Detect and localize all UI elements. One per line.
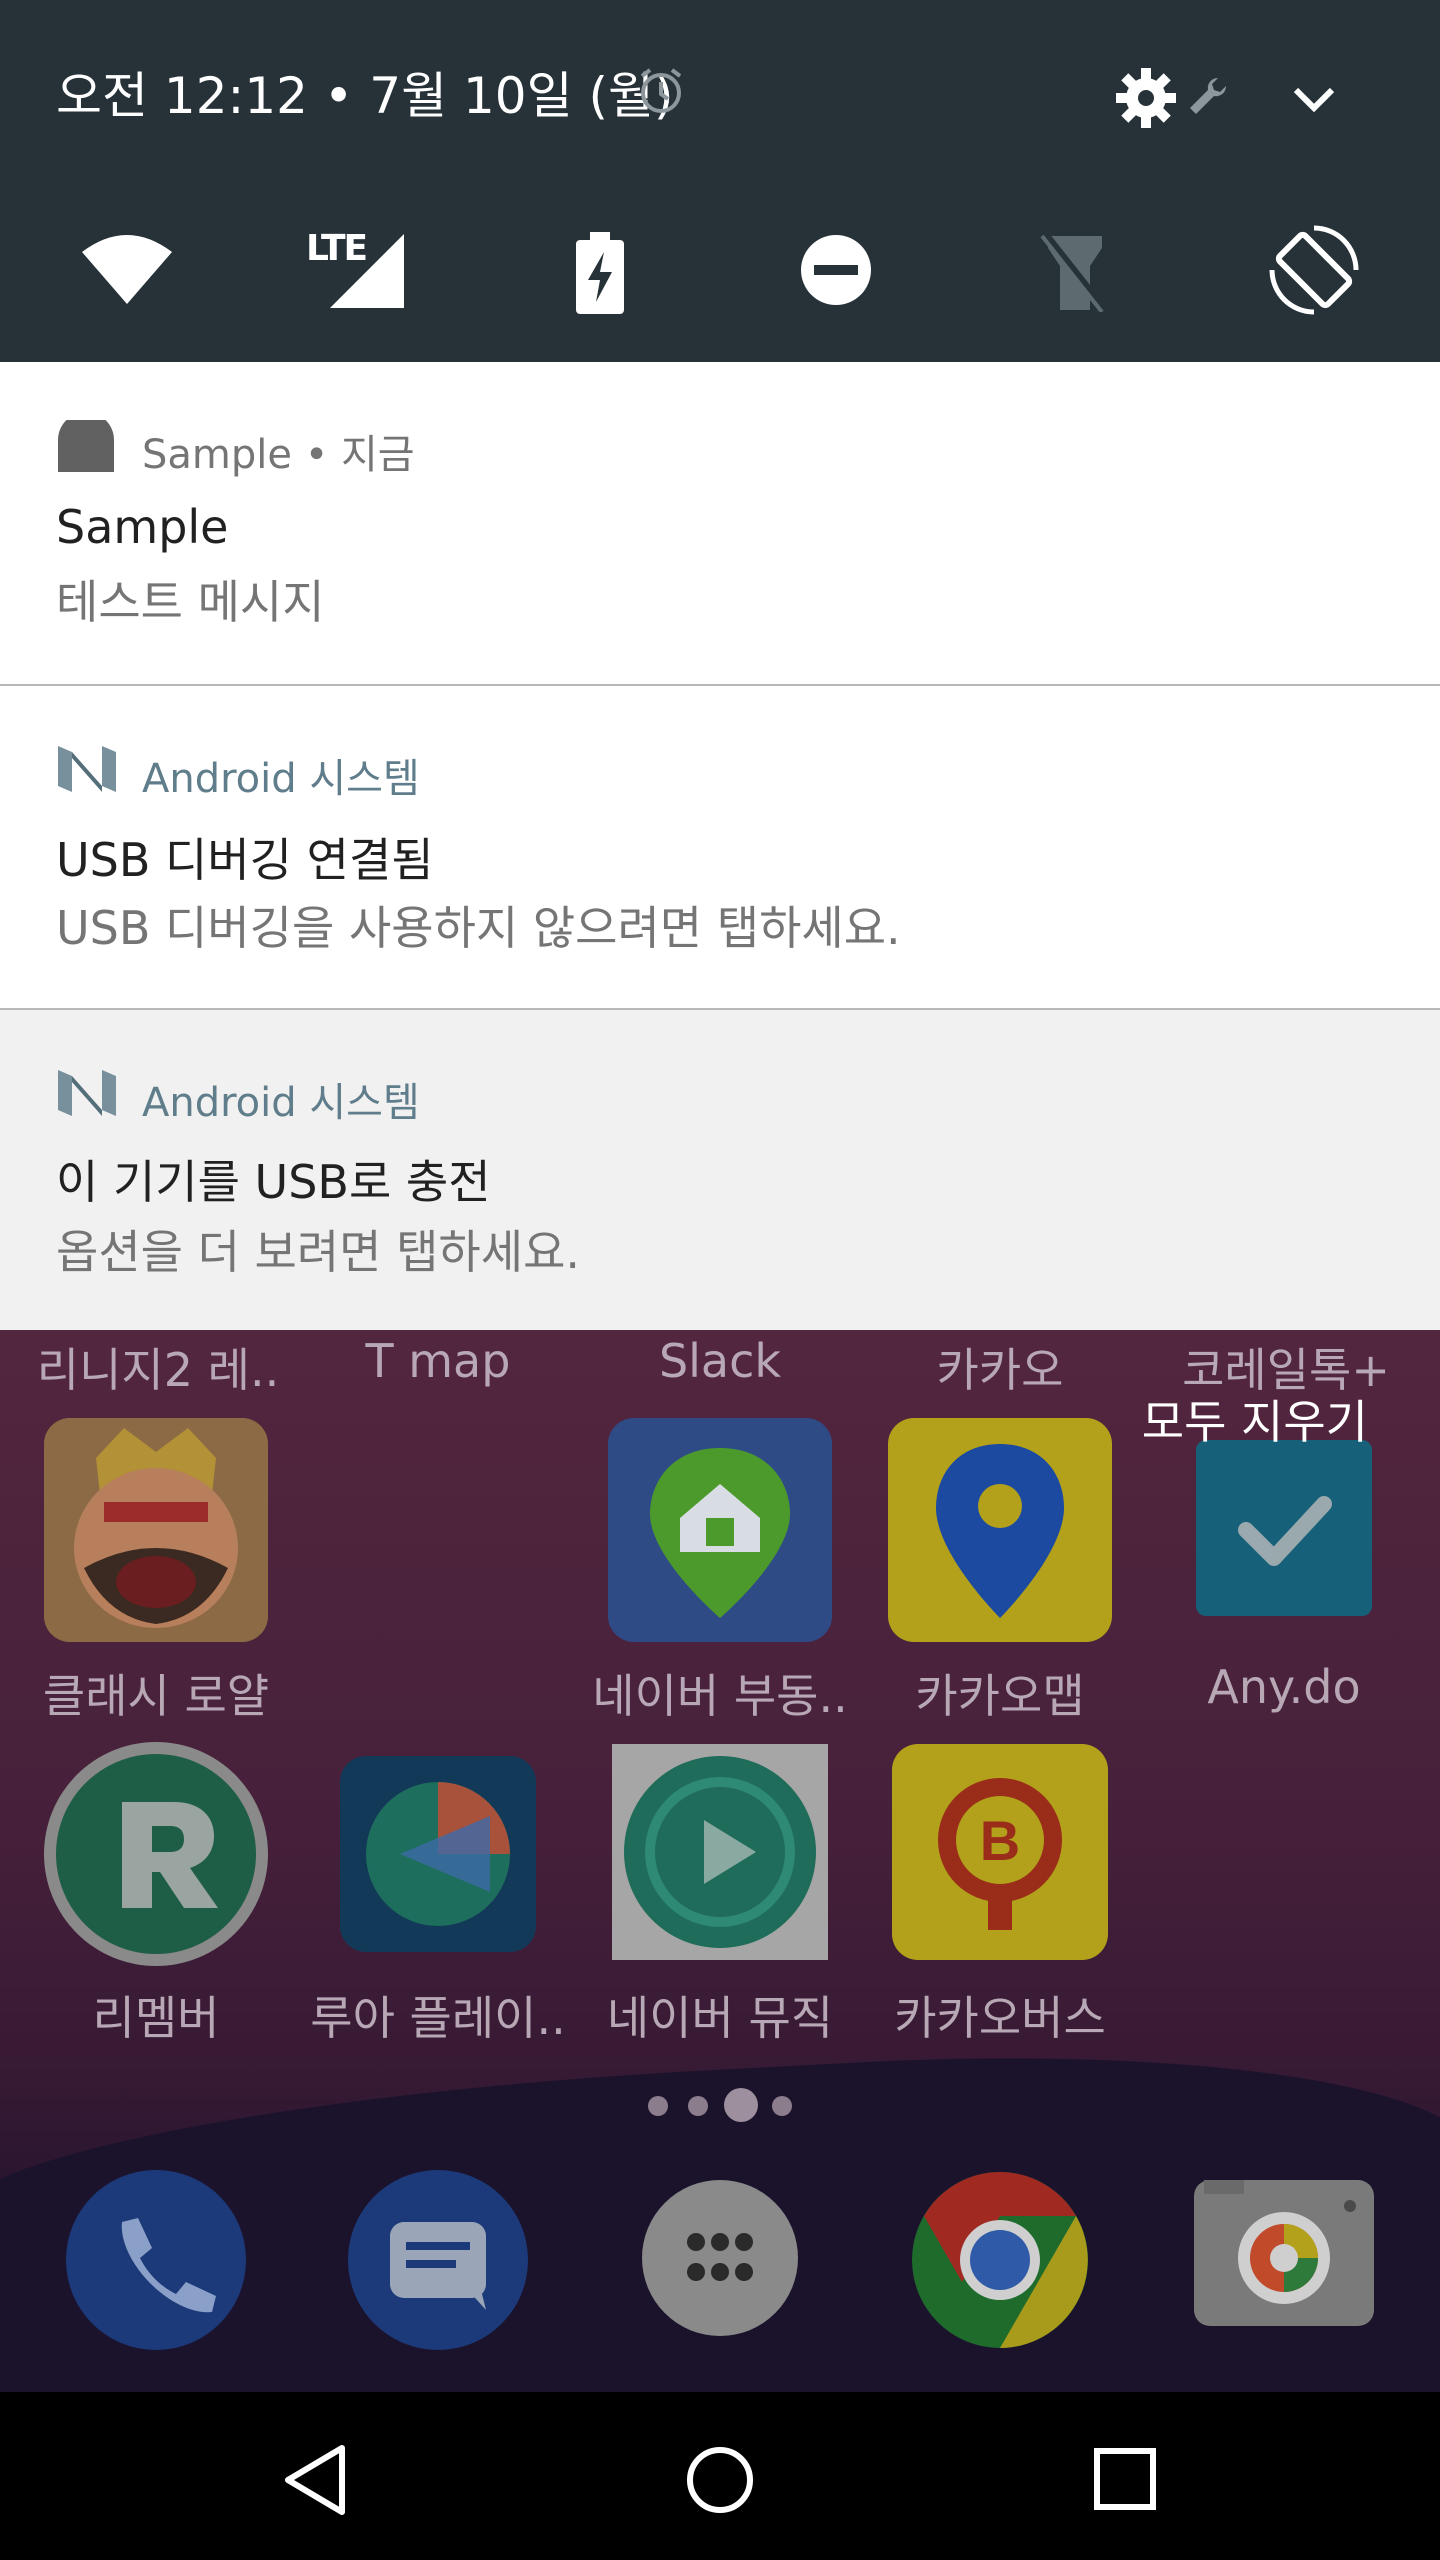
recents-icon[interactable] — [1094, 2448, 1156, 2510]
flashlight-icon[interactable] — [1040, 232, 1110, 312]
lte-signal-icon[interactable]: LTE — [304, 228, 404, 308]
notification-text: USB 디버깅을 사용하지 않으려면 탭하세요. — [56, 901, 901, 955]
svg-text:B: B — [980, 1809, 1020, 1872]
app-label: T map — [365, 1334, 511, 1388]
chrome-icon[interactable] — [910, 2170, 1090, 2350]
anydo-icon[interactable] — [1196, 1440, 1372, 1616]
notification-text: 옵션을 더 보려면 탭하세요. — [56, 1225, 581, 1279]
notification-text: 테스트 메시지 — [56, 575, 325, 629]
back-icon[interactable] — [282, 2444, 348, 2516]
date-time: 오전 12:12 • 7월 10일 (월) — [56, 67, 674, 125]
app-label: 네이버 뮤직 — [606, 1991, 834, 2045]
battery-charging-icon[interactable] — [574, 232, 626, 314]
lte-label: LTE — [306, 228, 368, 269]
android-icon — [58, 420, 114, 472]
do-not-disturb-icon[interactable] — [800, 234, 872, 306]
page-dot — [772, 2096, 792, 2116]
notification-usb-charging[interactable]: Android 시스템 이 기기를 USB로 충전 옵션을 더 보려면 탭하세요… — [0, 1010, 1440, 1330]
notification-app: Android 시스템 — [142, 1080, 420, 1126]
clash-royale-icon[interactable] — [44, 1418, 268, 1642]
page-dot — [688, 2096, 708, 2116]
notification-title: 이 기기를 USB로 충전 — [56, 1155, 491, 1209]
clear-all-button[interactable]: 모두 지우기 — [1142, 1386, 1368, 1452]
page-dot-active — [724, 2088, 758, 2122]
alarm-icon — [640, 68, 682, 113]
auto-rotate-icon[interactable] — [1268, 224, 1360, 316]
app-label: Any.do — [1207, 1660, 1361, 1714]
page-dot — [648, 2096, 668, 2116]
notification-sample[interactable]: Sample • 지금 Sample 테스트 메시지 — [0, 362, 1440, 684]
navigation-bar — [0, 2392, 1440, 2560]
app-label: 카카오 — [936, 1343, 1064, 1397]
phone-icon[interactable] — [66, 2170, 246, 2350]
app-drawer-icon[interactable] — [642, 2180, 798, 2336]
settings-icon[interactable] — [1114, 66, 1178, 130]
naver-realestate-icon[interactable] — [608, 1418, 832, 1642]
android-n-icon — [58, 1070, 116, 1116]
wrench-icon — [1190, 77, 1227, 114]
camera-icon[interactable] — [1194, 2180, 1374, 2326]
remember-icon[interactable] — [44, 1742, 268, 1966]
expand-icon[interactable] — [1290, 84, 1338, 114]
quick-settings-header: 오전 12:12 • 7월 10일 (월) LTE — [0, 0, 1440, 362]
app-label: Slack — [658, 1334, 782, 1388]
notification-usb-debugging[interactable]: Android 시스템 USB 디버깅 연결됨 USB 디버깅을 사용하지 않으… — [0, 686, 1440, 1008]
app-label: 리멤버 — [92, 1991, 220, 2045]
wifi-icon[interactable] — [80, 234, 174, 306]
notification-app: Sample • 지금 — [142, 432, 415, 478]
android-n-icon — [58, 746, 116, 792]
home-icon[interactable] — [686, 2446, 754, 2514]
app-label: 네이버 부동.. — [592, 1669, 848, 1723]
notification-app: Android 시스템 — [142, 756, 420, 802]
app-label: 루아 플레이.. — [310, 1991, 566, 2045]
kakaomap-icon[interactable] — [888, 1418, 1112, 1642]
app-label: 카카오맵 — [915, 1669, 1085, 1723]
notification-title: USB 디버깅 연결됨 — [56, 833, 434, 887]
app-label: 클래시 로얄 — [42, 1669, 270, 1723]
naver-music-icon[interactable] — [612, 1744, 828, 1960]
app-label: 카카오버스 — [894, 1991, 1106, 2045]
messages-icon[interactable] — [348, 2170, 528, 2350]
notification-title: Sample — [56, 500, 229, 554]
lua-player-icon[interactable] — [340, 1756, 536, 1952]
kakaobus-icon[interactable]: B — [892, 1744, 1108, 1960]
app-label: 리니지2 레.. — [36, 1343, 280, 1397]
